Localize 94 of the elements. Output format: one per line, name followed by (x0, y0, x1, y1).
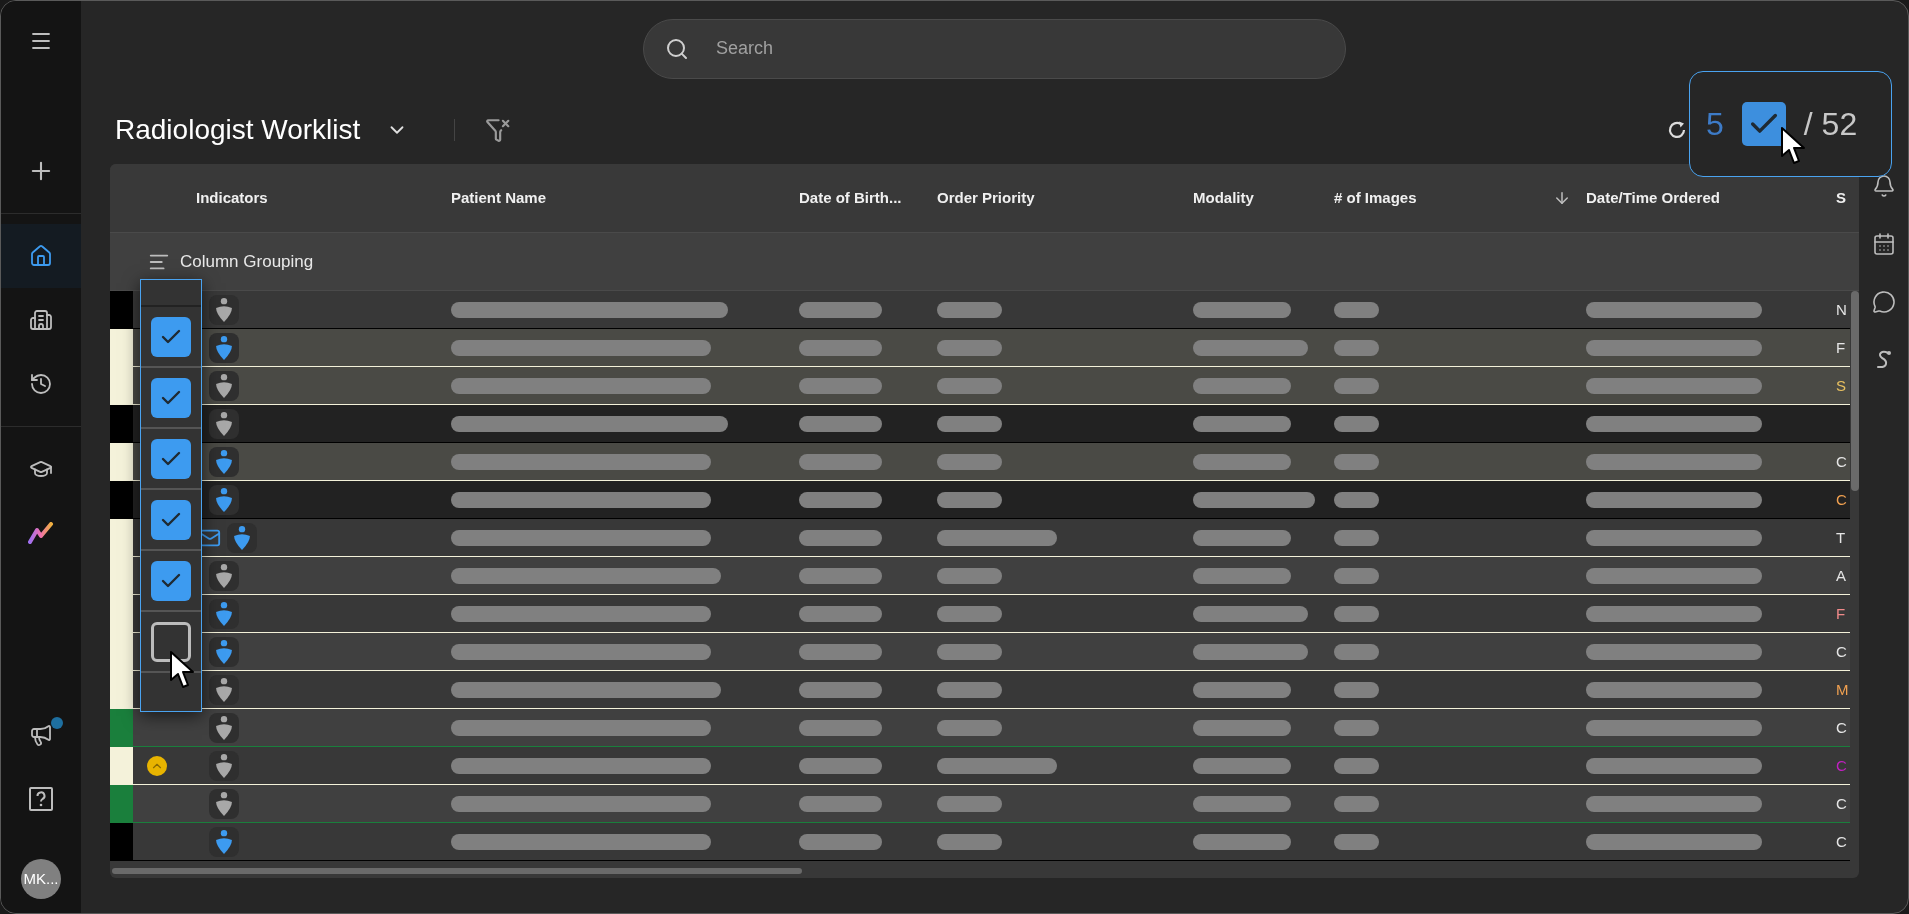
column-header[interactable]: Modality (1158, 178, 1299, 218)
status-text: T (1836, 528, 1846, 546)
status-text: F (1836, 604, 1846, 622)
status-text: N (1836, 300, 1847, 318)
redacted-bar (1334, 415, 1379, 432)
redacted-bar (1334, 757, 1379, 774)
megaphone-icon (29, 723, 53, 747)
table-row[interactable]: T (110, 519, 1850, 557)
status-text: C (1836, 756, 1847, 774)
table-row[interactable]: C (110, 633, 1850, 671)
redacted-bar (1334, 643, 1379, 660)
table-row[interactable]: C (110, 443, 1850, 481)
table-row[interactable]: M (110, 671, 1850, 709)
cursor-icon (169, 650, 197, 690)
status-text: F (1836, 338, 1846, 356)
table-row[interactable]: A (110, 557, 1850, 595)
redacted-bar (937, 415, 1002, 432)
redacted-bar (937, 795, 1002, 812)
search-field[interactable]: Search (643, 18, 1346, 79)
redacted-bar (1334, 377, 1379, 394)
column-header[interactable]: Date/Time Ordered (1551, 178, 1801, 218)
status-text: S (1836, 376, 1846, 394)
refresh-icon[interactable] (1668, 121, 1686, 139)
status-text: C (1836, 718, 1847, 736)
table-row[interactable]: C (110, 823, 1850, 861)
status-text: A (1836, 566, 1846, 584)
help-icon (28, 786, 54, 812)
redacted-bar (1334, 339, 1379, 356)
column-grouping-label[interactable]: Column Grouping (180, 248, 314, 275)
redacted-bar (1334, 833, 1379, 850)
table-row[interactable]: S (110, 367, 1850, 405)
logo-icon (28, 522, 54, 544)
redacted-bar (937, 453, 1002, 470)
sidebar-item[interactable] (1, 224, 81, 288)
total-count: / 52 (1803, 105, 1858, 144)
home-icon (29, 244, 53, 268)
clear-filter-button[interactable] (485, 117, 512, 143)
table-row[interactable]: F (110, 595, 1850, 633)
redacted-bar (937, 681, 1002, 698)
column-header[interactable]: Order Priority (902, 178, 1158, 218)
row-checkbox[interactable] (151, 560, 191, 601)
select-all-checkbox[interactable] (1741, 102, 1786, 146)
table-row[interactable]: C (110, 481, 1850, 519)
status-text: C (1836, 452, 1847, 470)
column-header[interactable]: Patient Name (416, 178, 764, 218)
history-icon (29, 372, 53, 396)
redacted-bar (937, 719, 1002, 736)
search-icon (665, 36, 689, 61)
redacted-bar (937, 377, 1002, 394)
user-avatar[interactable]: MK... (21, 859, 61, 899)
redacted-bar (937, 491, 1002, 508)
row-checkbox[interactable] (151, 499, 191, 540)
chat-icon[interactable] (1871, 290, 1896, 314)
bell-icon[interactable] (1871, 174, 1896, 198)
column-header[interactable]: # of Images (1299, 178, 1551, 218)
redacted-bar (1334, 681, 1379, 698)
redacted-bar (937, 301, 1002, 318)
redacted-bar (1334, 301, 1379, 318)
column-header[interactable]: S (1801, 178, 1850, 218)
redacted-bar (1334, 491, 1379, 508)
calendar-icon[interactable] (1871, 232, 1896, 256)
redacted-bar (937, 605, 1002, 622)
redacted-bar (1334, 795, 1379, 812)
row-checkbox[interactable] (151, 377, 191, 418)
worklist-title: Radiologist Worklist (115, 113, 361, 147)
table-row[interactable]: N (110, 291, 1850, 329)
redacted-bar (1334, 453, 1379, 470)
redacted-bar (1334, 529, 1379, 546)
clear-filter-icon (485, 117, 512, 143)
vertical-scrollbar[interactable] (1851, 291, 1859, 491)
selected-count: 5 (1706, 105, 1724, 144)
table-row[interactable]: C (110, 709, 1850, 747)
table-row[interactable] (110, 405, 1850, 443)
redacted-bar (937, 567, 1002, 584)
column-header[interactable]: Date of Birth... (764, 178, 902, 218)
redacted-bar (1334, 719, 1379, 736)
redacted-bar (937, 339, 1002, 356)
status-text: C (1836, 642, 1847, 660)
row-checkbox[interactable] (151, 438, 191, 479)
building-icon (29, 308, 53, 332)
column-header[interactable]: Indicators (161, 178, 416, 218)
status-text: C (1836, 490, 1847, 508)
redacted-bar (1334, 567, 1379, 584)
status-text: M (1836, 680, 1849, 698)
redacted-bar (937, 643, 1002, 660)
table-row[interactable]: C (110, 785, 1850, 823)
redacted-bar (937, 833, 1002, 850)
redacted-bar (1334, 605, 1379, 622)
table-row[interactable]: F (110, 329, 1850, 367)
sort-arrow-icon (1553, 189, 1571, 207)
row-checkbox[interactable] (151, 316, 191, 357)
horizontal-scrollbar[interactable] (112, 868, 802, 874)
status-text: C (1836, 794, 1847, 812)
status-text: C (1836, 832, 1847, 850)
